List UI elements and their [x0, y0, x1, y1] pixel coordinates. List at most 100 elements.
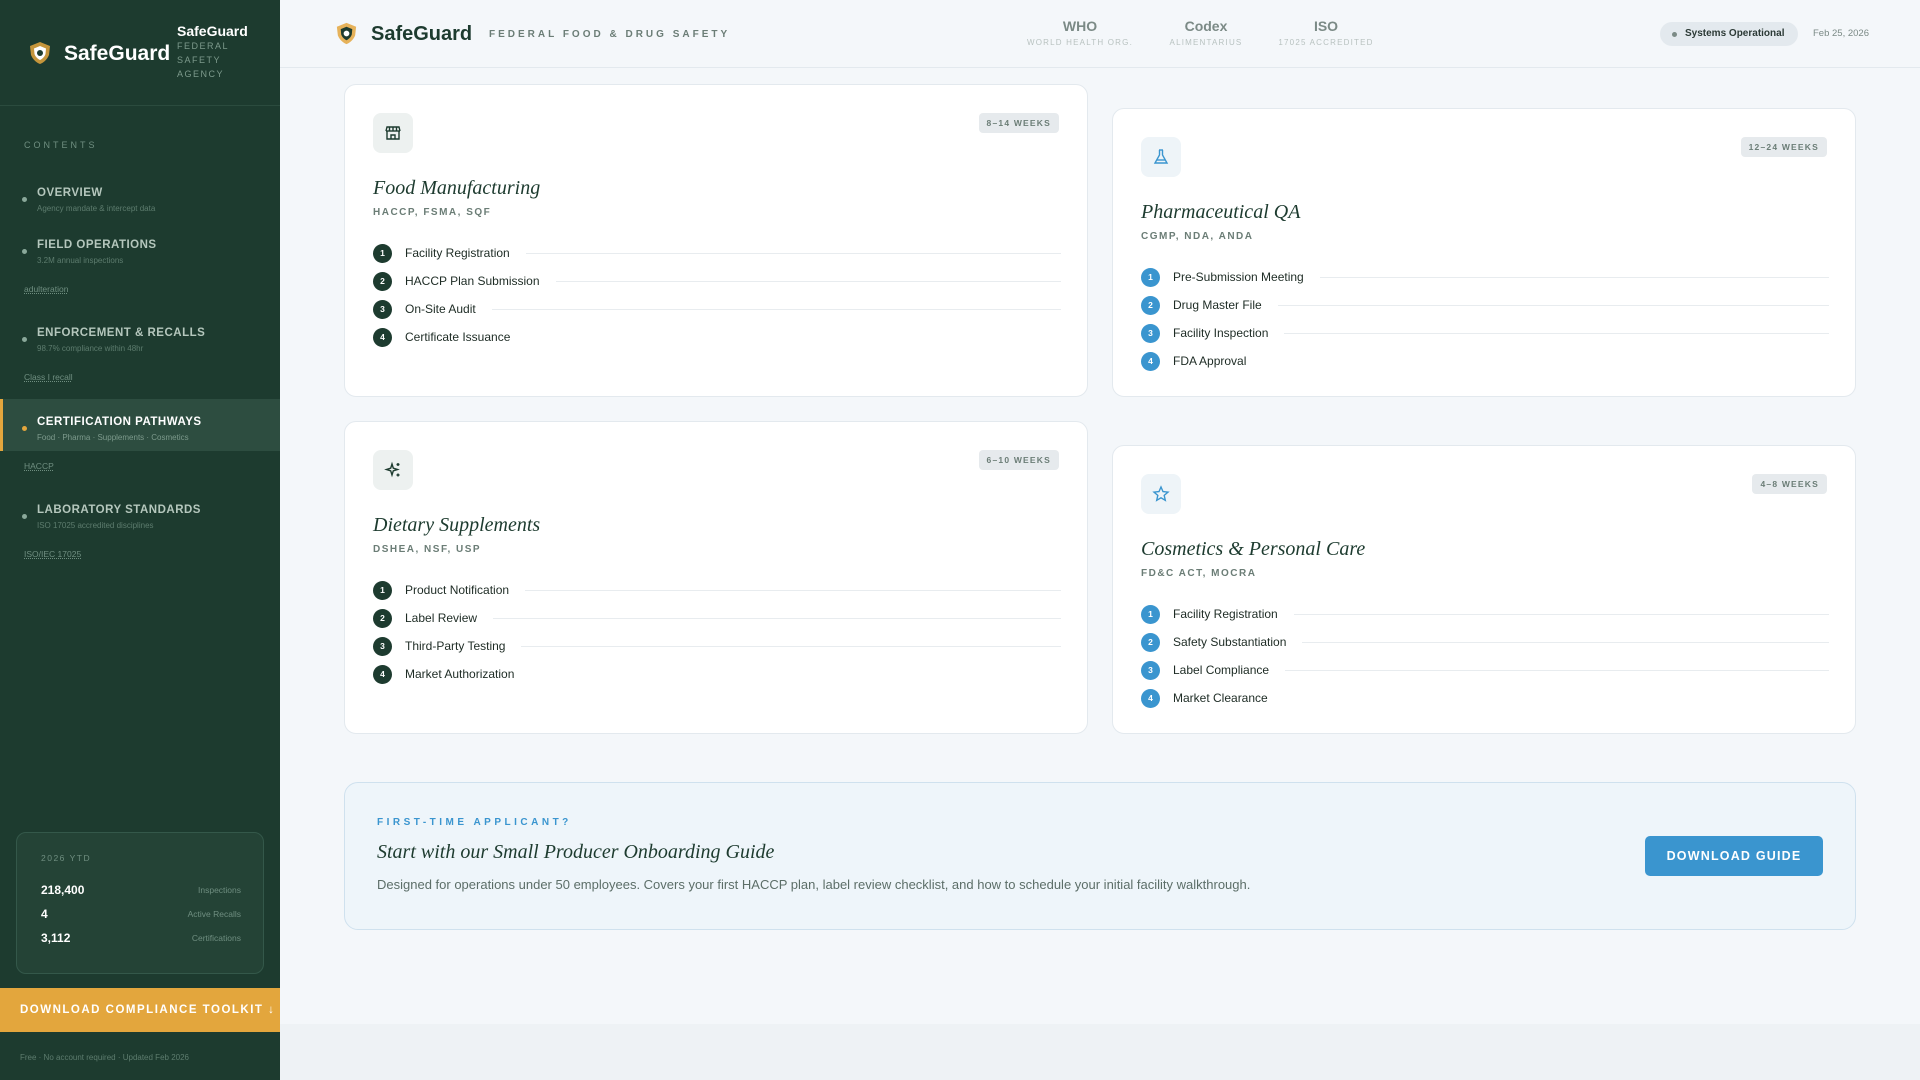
brand-sub-line: SAFETY — [177, 55, 222, 65]
nav-item-desc: Food · Pharma · Supplements · Cosmetics — [37, 433, 189, 442]
card-standards: HACCP, FSMA, SQF — [373, 207, 492, 218]
shield-logo-icon — [336, 22, 357, 45]
step-divider — [1302, 641, 1829, 643]
standard-name: WHO — [1062, 18, 1098, 34]
step-label: Facility Registration — [1173, 607, 1278, 621]
step-label: On-Site Audit — [405, 302, 476, 316]
step-divider — [493, 617, 1061, 619]
step-item: 4 Certificate Issuance — [373, 323, 1061, 351]
step-divider — [1319, 276, 1829, 278]
standard-name: ISO — [1313, 18, 1339, 34]
step-label: Market Authorization — [405, 667, 515, 681]
nav-tag-link[interactable]: adulteration — [24, 284, 68, 294]
standard-iso: ISO 17025 ACCREDITED — [1256, 18, 1396, 47]
sidebar-brand: SafeGuard SafeGuard FEDERAL SAFETY AGENC… — [0, 0, 280, 106]
step-item: 3 On-Site Audit — [373, 295, 1061, 323]
nav-item-laboratory-standards[interactable]: LABORATORY STANDARDS ISO 17025 accredite… — [0, 487, 280, 539]
brand-subtitle: SafeGuard FEDERAL SAFETY AGENCY — [177, 23, 267, 81]
nav-dot-icon — [22, 337, 27, 342]
header-brand[interactable]: SafeGuard — [371, 23, 472, 46]
brand-sub-line: AGENCY — [177, 69, 225, 79]
step-label: Certificate Issuance — [405, 330, 511, 344]
stat-name: Certifications — [191, 933, 241, 943]
step-label: Pre-Submission Meeting — [1173, 270, 1304, 284]
step-number: 3 — [373, 299, 392, 319]
step-number: 1 — [1141, 267, 1160, 287]
step-item: 4 FDA Approval — [1141, 347, 1829, 375]
step-divider — [491, 308, 1061, 310]
sparkle-icon — [373, 450, 413, 490]
nav-dot-icon — [22, 426, 27, 431]
nav-tag-link[interactable]: ISO/IEC 17025 — [24, 549, 81, 559]
stat-value: 218,400 — [41, 883, 85, 897]
step-number: 1 — [373, 580, 392, 600]
pathway-card-food: 8–14 WEEKS Food Manufacturing HACCP, FSM… — [344, 84, 1088, 397]
step-number: 4 — [1141, 688, 1160, 708]
sidebar: SafeGuard SafeGuard FEDERAL SAFETY AGENC… — [0, 0, 280, 1080]
brand-sub-line: FEDERAL — [177, 41, 230, 51]
duration-badge: 4–8 WEEKS — [1752, 474, 1827, 494]
contents-label: CONTENTS — [24, 140, 98, 150]
duration-badge: 6–10 WEEKS — [978, 450, 1059, 470]
step-label: Market Clearance — [1173, 691, 1268, 705]
header-date: Feb 25, 2026 — [1813, 28, 1869, 39]
nav-dot-icon — [22, 514, 27, 519]
step-item: 1 Product Notification — [373, 576, 1061, 604]
step-label: Facility Registration — [405, 246, 510, 260]
step-item: 2 Safety Substantiation — [1141, 628, 1829, 656]
nav-tag-link[interactable]: HACCP — [24, 461, 54, 471]
standard-sub: 17025 ACCREDITED — [1278, 38, 1374, 47]
shield-logo-icon — [30, 42, 50, 64]
step-number: 1 — [1141, 604, 1160, 624]
step-number: 2 — [1141, 295, 1160, 315]
standard-sub: WORLD HEALTH ORG. — [1026, 38, 1134, 47]
stat-value: 3,112 — [41, 931, 71, 945]
step-label: Third-Party Testing — [405, 639, 506, 653]
card-standards: CGMP, NDA, ANDA — [1141, 231, 1254, 242]
step-item: 2 HACCP Plan Submission — [373, 267, 1061, 295]
card-standards: FD&C ACT, MOCRA — [1141, 568, 1257, 579]
step-divider — [525, 589, 1061, 591]
nav-item-desc: 3.2M annual inspections — [37, 256, 124, 265]
nav-item-enforcement-recalls[interactable]: ENFORCEMENT & RECALLS 98.7% compliance w… — [0, 310, 280, 362]
standard-name: Codex — [1184, 18, 1228, 34]
brand-name: SafeGuard — [64, 42, 171, 65]
stat-row: 4 Active Recalls — [41, 907, 241, 923]
stats-card: 2026 YTD 218,400 Inspections 4 Active Re… — [16, 832, 264, 974]
top-header: SafeGuard FEDERAL FOOD & DRUG SAFETY WHO… — [280, 0, 1920, 68]
nav-item-certification-pathways[interactable]: CERTIFICATION PATHWAYS Food · Pharma · S… — [0, 399, 280, 451]
nav-item-field-operations[interactable]: FIELD OPERATIONS 3.2M annual inspections — [0, 222, 280, 274]
nav-item-overview[interactable]: OVERVIEW Agency mandate & intercept data — [0, 170, 280, 222]
nav-tag-link[interactable]: Class I recall — [24, 372, 73, 382]
step-divider — [1277, 304, 1829, 306]
step-number: 4 — [1141, 351, 1160, 371]
step-item: 2 Label Review — [373, 604, 1061, 632]
nav-item-title: CERTIFICATION PATHWAYS — [37, 416, 202, 428]
step-label: Label Compliance — [1173, 663, 1270, 677]
pathway-card-supplements: 6–10 WEEKS Dietary Supplements DSHEA, NS… — [344, 421, 1088, 734]
step-number: 1 — [373, 243, 392, 263]
step-label: Label Review — [405, 611, 478, 625]
footer-band — [280, 1024, 1920, 1080]
stat-row: 218,400 Inspections — [41, 883, 241, 899]
stat-row: 3,112 Certifications — [41, 931, 241, 947]
step-list: 1 Pre-Submission Meeting 2 Drug Master Fil… — [1141, 263, 1829, 375]
step-number: 4 — [373, 327, 392, 347]
duration-badge: 8–14 WEEKS — [978, 113, 1059, 133]
step-number: 3 — [373, 636, 392, 656]
step-divider — [1285, 669, 1829, 671]
stat-name: Active Recalls — [187, 909, 241, 919]
step-divider — [555, 280, 1061, 282]
download-toolkit-button[interactable]: DOWNLOAD COMPLIANCE TOOLKIT ↓ — [0, 988, 280, 1032]
status-text: Systems Operational — [1685, 28, 1785, 39]
stat-name: Inspections — [198, 885, 241, 895]
step-label: Safety Substantiation — [1173, 635, 1287, 649]
nav-item-desc: 98.7% compliance within 48hr — [37, 344, 144, 353]
step-divider — [1284, 332, 1829, 334]
step-item: 3 Label Compliance — [1141, 656, 1829, 684]
download-guide-button[interactable]: DOWNLOAD GUIDE — [1645, 836, 1823, 876]
step-list: 1 Product Notification 2 Label Review 3 Thi… — [373, 576, 1061, 688]
standard-who: WHO WORLD HEALTH ORG. — [1010, 18, 1150, 47]
step-number: 4 — [373, 664, 392, 684]
toolkit-note: Free · No account required · Updated Feb… — [20, 1053, 189, 1062]
